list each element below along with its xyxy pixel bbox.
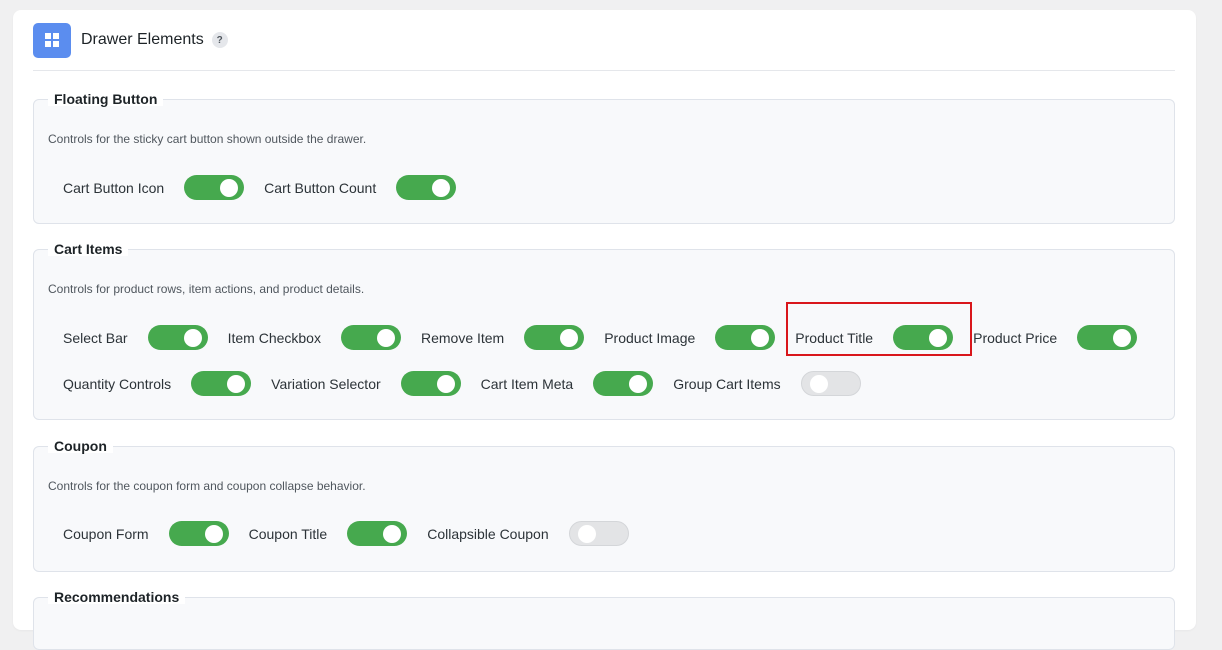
coupon-title-toggle[interactable]: [347, 521, 408, 546]
setting-item: Item Checkbox: [228, 325, 421, 350]
setting-label: Product Price: [973, 329, 1058, 346]
section-description: Controls for the sticky cart button show…: [48, 132, 367, 146]
quantity-controls-toggle[interactable]: [191, 371, 252, 396]
card-header: Drawer Elements ?: [33, 22, 1175, 71]
section-title: Coupon: [48, 439, 113, 453]
setting-label: Coupon Form: [63, 525, 149, 542]
drawer-elements-card: Drawer Elements ? Floating Button Contro…: [13, 10, 1196, 650]
setting-label: Group Cart Items: [673, 375, 781, 392]
product-image-toggle[interactable]: [715, 325, 776, 350]
section-cart-items: Cart Items Controls for product rows, it…: [33, 242, 1175, 420]
section-title: Recommendations: [48, 590, 186, 604]
toggle-row: Select Bar Item Checkbox Remove Item Pro…: [63, 325, 1157, 350]
setting-item: Product Title: [795, 325, 973, 350]
setting-item: Remove Item: [421, 325, 604, 350]
toggle-knob: [227, 374, 246, 393]
setting-label: Cart Button Icon: [63, 179, 165, 196]
setting-label: Item Checkbox: [227, 329, 321, 346]
toggle-knob: [183, 328, 202, 347]
setting-label: Remove Item: [420, 329, 505, 346]
toggle-knob: [577, 524, 596, 543]
setting-label: Product Image: [604, 329, 696, 346]
setting-item: Cart Button Count: [264, 175, 476, 200]
section-recommendations: Recommendations: [33, 590, 1175, 650]
setting-item: Product Price: [973, 325, 1157, 350]
section-title: Cart Items: [48, 242, 129, 256]
remove-item-toggle[interactable]: [524, 325, 585, 350]
toggle-knob: [204, 524, 223, 543]
variation-selector-toggle[interactable]: [400, 371, 461, 396]
toggle-row: Quantity Controls Variation Selector Car…: [63, 371, 881, 396]
collapsible-coupon-toggle[interactable]: [568, 521, 629, 546]
setting-label: Quantity Controls: [63, 375, 172, 392]
toggle-knob: [929, 328, 948, 347]
toggle-knob: [383, 524, 402, 543]
toggle-knob: [1113, 328, 1132, 347]
group-cart-items-toggle[interactable]: [800, 371, 861, 396]
setting-item: Coupon Form: [63, 521, 249, 546]
section-title: Floating Button: [48, 92, 164, 106]
toggle-row: Cart Button Icon Cart Button Count: [63, 175, 476, 200]
setting-item: Coupon Title: [249, 521, 428, 546]
setting-item: Quantity Controls: [63, 371, 271, 396]
coupon-form-toggle[interactable]: [168, 521, 229, 546]
help-icon[interactable]: ?: [211, 32, 228, 48]
item-checkbox-toggle[interactable]: [340, 325, 401, 350]
toggle-knob: [436, 374, 455, 393]
toggle-knob: [560, 328, 579, 347]
toggle-knob: [629, 374, 648, 393]
setting-item: Select Bar: [63, 325, 228, 350]
setting-label: Select Bar: [63, 329, 128, 346]
setting-label: Coupon Title: [248, 525, 328, 542]
toggle-knob: [809, 374, 828, 393]
setting-label: Collapsible Coupon: [427, 525, 549, 542]
setting-label: Cart Button Count: [264, 179, 377, 196]
setting-item: Collapsible Coupon: [427, 521, 648, 546]
setting-item: Variation Selector: [271, 371, 480, 396]
section-description: Controls for product rows, item actions,…: [48, 282, 365, 296]
setting-item: Group Cart Items: [673, 371, 880, 396]
setting-label: Variation Selector: [271, 375, 381, 392]
setting-label: Cart Item Meta: [480, 375, 574, 392]
toggle-knob: [376, 328, 395, 347]
setting-item: Cart Button Icon: [63, 175, 264, 200]
section-coupon: Coupon Controls for the coupon form and …: [33, 439, 1175, 572]
section-description: Controls for the coupon form and coupon …: [48, 479, 366, 493]
cart-button-count-toggle[interactable]: [396, 175, 457, 200]
toggle-knob: [220, 178, 239, 197]
page-title: Drawer Elements: [81, 31, 204, 48]
setting-item: Cart Item Meta: [481, 371, 674, 396]
product-price-toggle[interactable]: [1077, 325, 1138, 350]
section-floating-button: Floating Button Controls for the sticky …: [33, 92, 1175, 224]
toggle-knob: [751, 328, 770, 347]
setting-label: Product Title: [795, 329, 874, 346]
cart-button-icon-toggle[interactable]: [184, 175, 245, 200]
select-bar-toggle[interactable]: [147, 325, 208, 350]
cart-item-meta-toggle[interactable]: [593, 371, 654, 396]
toggle-row: Coupon Form Coupon Title Collapsible Cou…: [63, 521, 649, 546]
toggle-knob: [432, 178, 451, 197]
product-title-toggle[interactable]: [893, 325, 954, 350]
grid-icon: [33, 22, 71, 58]
setting-item: Product Image: [604, 325, 795, 350]
